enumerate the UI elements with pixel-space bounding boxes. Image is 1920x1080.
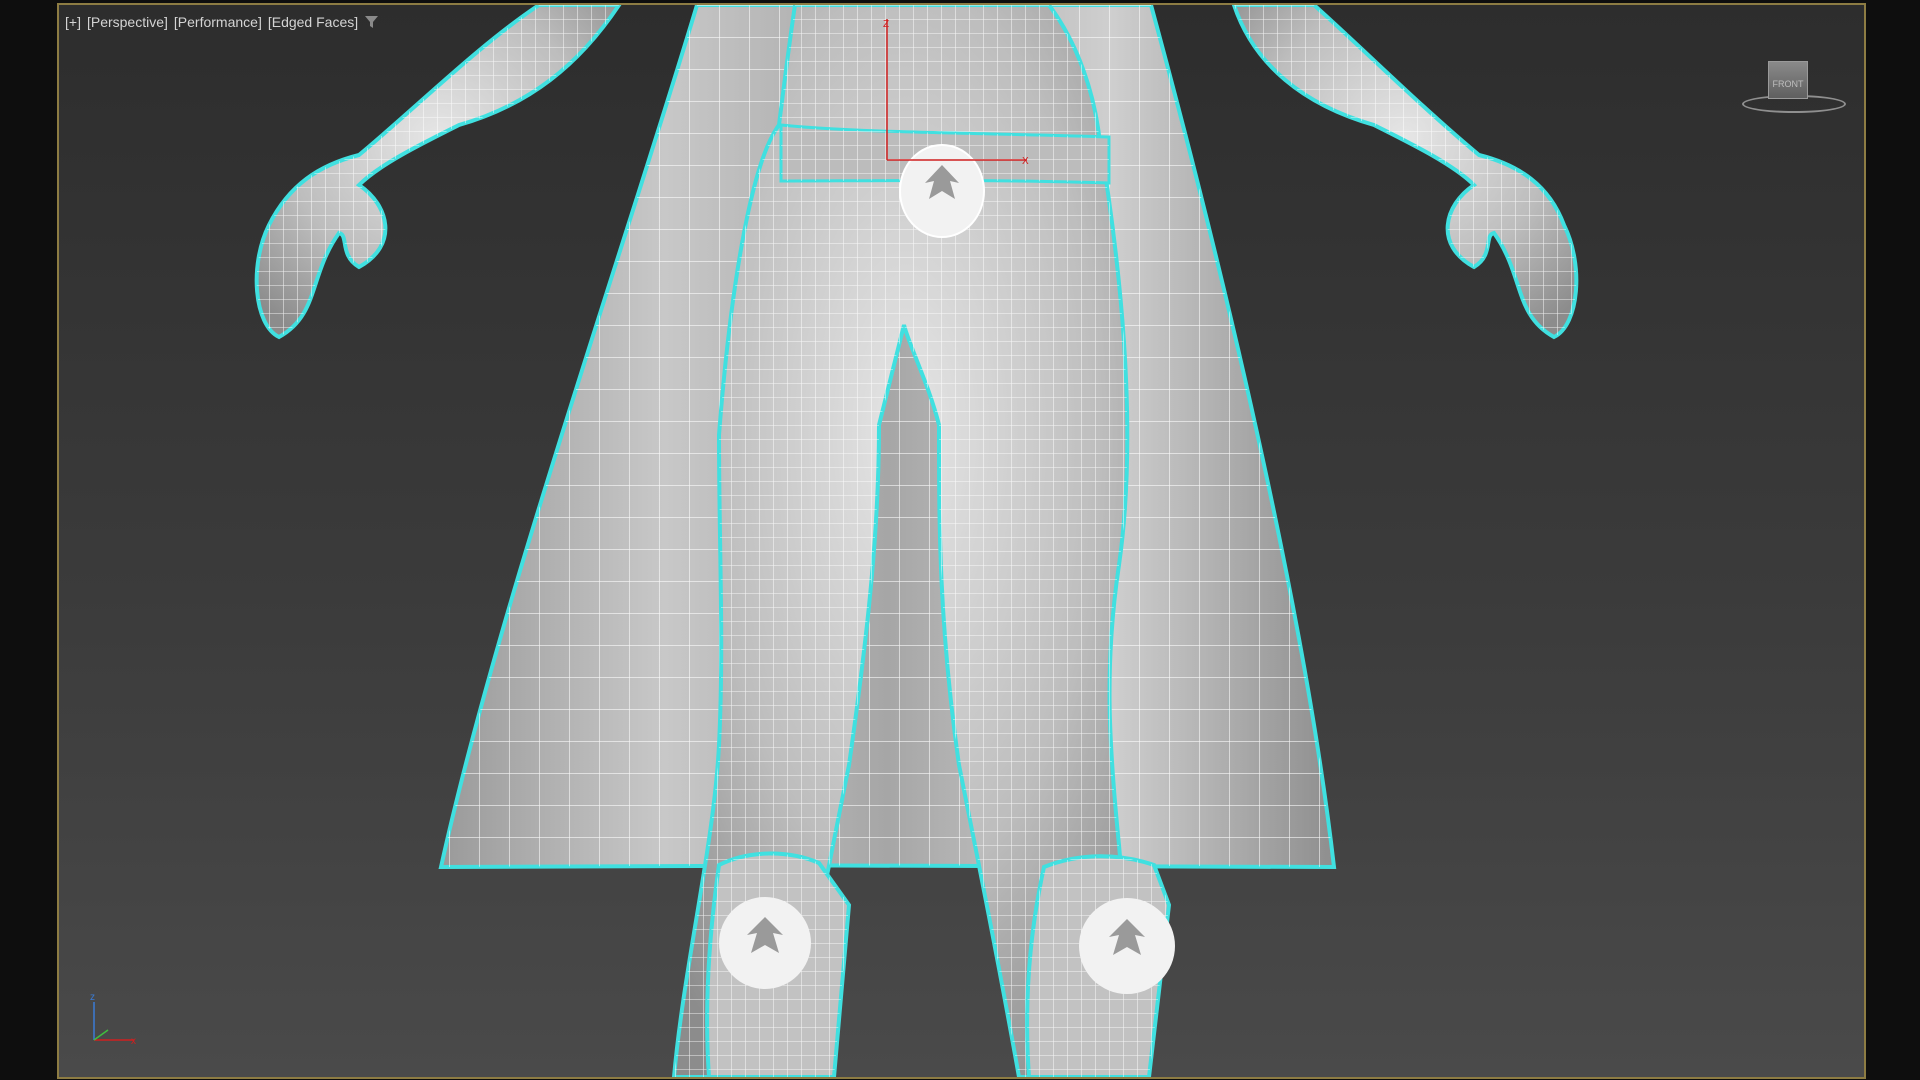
axis-tripod-x-label: x bbox=[131, 1036, 136, 1047]
gizmo-x-label: X bbox=[1022, 156, 1029, 167]
left-arm-mesh[interactable] bbox=[254, 5, 622, 340]
viewport-display-mode-menu[interactable]: [Edged Faces] bbox=[268, 14, 358, 30]
viewport-label-menu: [+] [Perspective] [Performance] [Edged F… bbox=[65, 14, 379, 30]
funnel-icon[interactable] bbox=[364, 15, 379, 29]
perspective-viewport[interactable]: Z X [+] [Perspective] [Performance] [Edg… bbox=[57, 3, 1866, 1079]
viewcube-front-face[interactable]: FRONT bbox=[1768, 61, 1808, 99]
axis-tripod-z-label: z bbox=[90, 992, 95, 1003]
axis-tripod-icon: z x bbox=[90, 992, 136, 1047]
viewcube[interactable]: FRONT bbox=[1734, 55, 1846, 115]
scene-canvas[interactable]: Z X bbox=[59, 5, 1864, 1077]
right-arm-mesh[interactable] bbox=[1231, 5, 1579, 340]
gizmo-z-label: Z bbox=[883, 19, 889, 30]
viewport-pov-menu[interactable]: [Perspective] bbox=[87, 14, 168, 30]
viewport-general-menu[interactable]: [+] bbox=[65, 14, 81, 30]
right-boot-mesh[interactable] bbox=[1025, 854, 1175, 1077]
viewport-shading-menu[interactable]: [Performance] bbox=[174, 14, 262, 30]
left-boot-mesh[interactable] bbox=[705, 851, 852, 1077]
